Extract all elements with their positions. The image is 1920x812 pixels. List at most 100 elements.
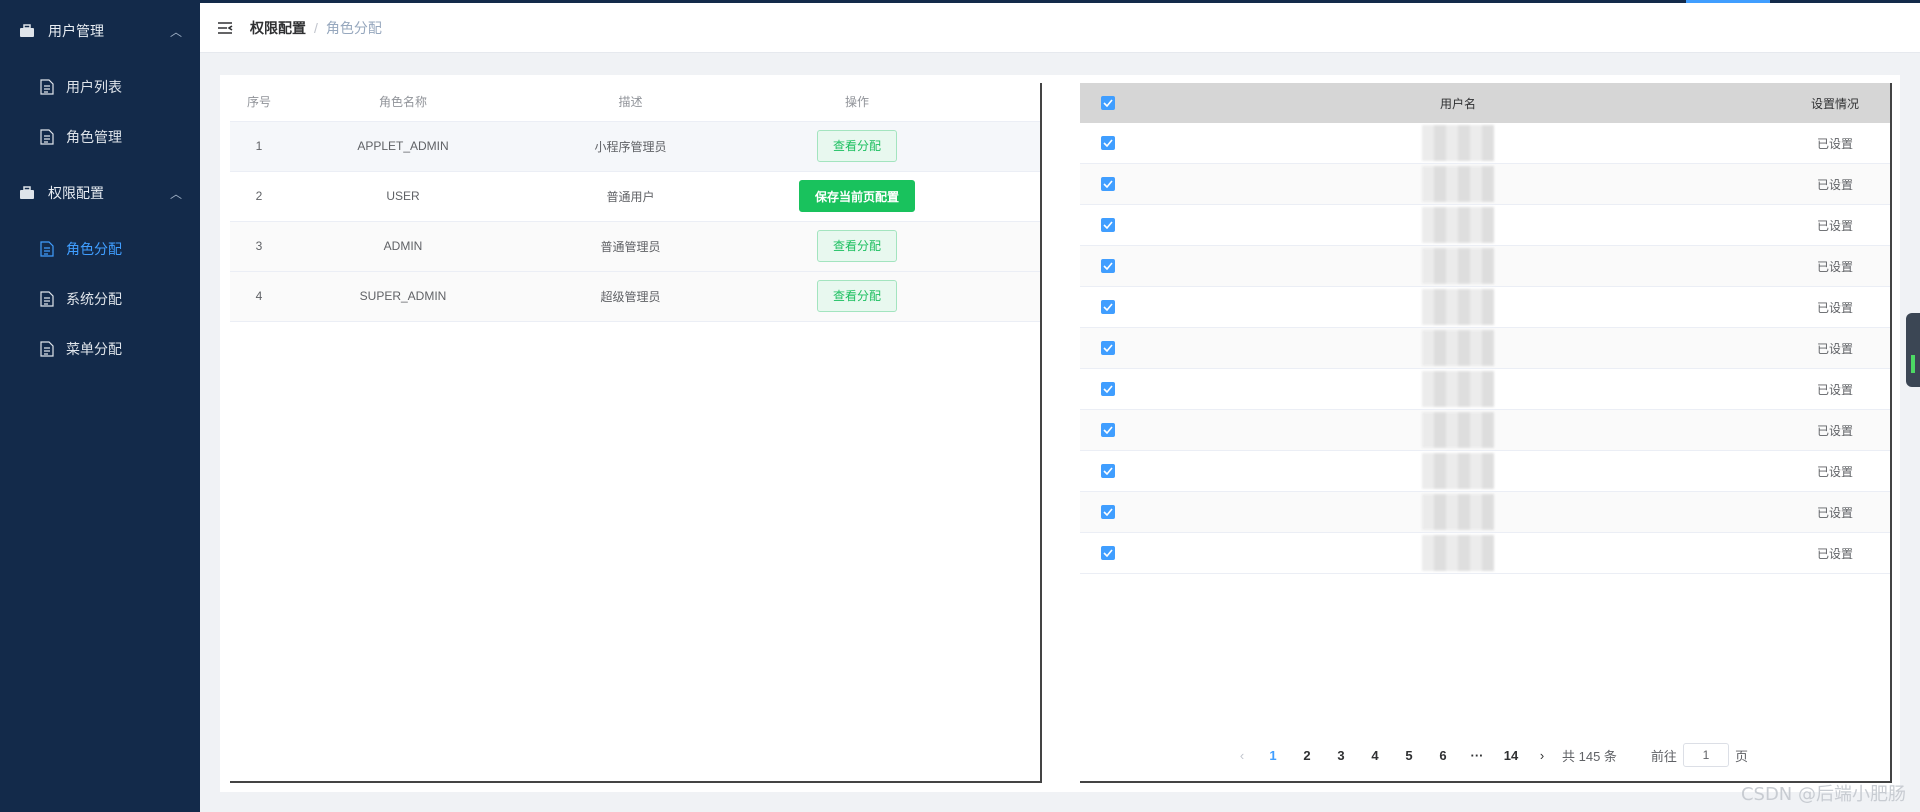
briefcase-icon	[18, 184, 36, 202]
page-number[interactable]: 14	[1496, 748, 1526, 763]
view-assignment-button[interactable]: 查看分配	[816, 280, 897, 312]
breadcrumb-item[interactable]: 权限配置	[250, 18, 306, 38]
prev-page-icon[interactable]: ‹	[1228, 748, 1256, 763]
page-jumper: 前往 页	[1651, 743, 1748, 767]
goto-prefix: 前往	[1650, 748, 1677, 764]
cell-status: 已设置	[1816, 218, 1853, 233]
table-row[interactable]: 已设置	[1080, 533, 1890, 574]
table-row[interactable]: 已设置	[1080, 410, 1890, 451]
sidebar-group-label: 用户管理	[48, 23, 104, 39]
page-number[interactable]: 3	[1326, 748, 1356, 763]
row-checkbox[interactable]	[1101, 464, 1115, 478]
cell-index: 3	[230, 221, 288, 272]
username-redacted	[1422, 207, 1494, 243]
document-icon	[38, 340, 56, 358]
column-header: 描述	[518, 83, 743, 122]
row-checkbox[interactable]	[1101, 341, 1115, 355]
page-number[interactable]: 6	[1428, 748, 1458, 763]
sidebar-item-menu-assignment[interactable]: 菜单分配	[0, 324, 200, 374]
table-header-row: 序号 角色名称 描述 操作	[230, 83, 1040, 122]
cell-description: 普通用户	[518, 171, 743, 222]
table-row[interactable]: 1 APPLET_ADMIN 小程序管理员 查看分配	[230, 121, 1040, 172]
breadcrumb-separator: /	[314, 19, 318, 36]
page-number[interactable]: 1	[1258, 748, 1288, 763]
widget-indicator	[1911, 355, 1915, 373]
cell-description: 小程序管理员	[518, 121, 743, 172]
column-header: 设置情况	[1810, 96, 1859, 111]
table-row[interactable]: 已设置	[1080, 328, 1890, 369]
cell-status: 已设置	[1816, 259, 1853, 274]
cell-action: 查看分配	[743, 121, 971, 172]
table-row[interactable]: 2 USER 普通用户 保存当前页配置	[230, 171, 1040, 222]
briefcase-icon	[18, 22, 36, 40]
cell-index: 4	[230, 271, 288, 322]
sidebar-item-system-assignment[interactable]: 系统分配	[0, 274, 200, 324]
chevron-up-icon: ︿	[169, 186, 182, 201]
row-checkbox[interactable]	[1101, 177, 1115, 191]
sidebar-item-label: 用户列表	[66, 79, 122, 95]
cell-action: 查看分配	[743, 221, 971, 272]
menu-toggle-icon[interactable]	[216, 19, 234, 37]
table-row[interactable]: 已设置	[1080, 451, 1890, 492]
table-row[interactable]: 已设置	[1080, 492, 1890, 533]
page-number[interactable]: 5	[1394, 748, 1424, 763]
cell-role-name: USER	[288, 171, 518, 222]
cell-action: 查看分配	[743, 271, 971, 322]
table-row[interactable]: 已设置	[1080, 246, 1890, 287]
username-redacted	[1422, 289, 1494, 325]
main-content: 序号 角色名称 描述 操作 1 APPLET_ADMIN 小程序管理员 查看分配…	[220, 75, 1900, 792]
side-floating-widget[interactable]	[1906, 313, 1920, 387]
page-ellipsis[interactable]: ···	[1462, 748, 1492, 763]
view-assignment-button[interactable]: 查看分配	[816, 130, 897, 162]
select-all-checkbox[interactable]	[1101, 96, 1115, 110]
cell-status: 已设置	[1816, 177, 1853, 192]
cell-index: 1	[230, 121, 288, 172]
page-number[interactable]: 4	[1360, 748, 1390, 763]
row-checkbox[interactable]	[1101, 423, 1115, 437]
goto-page-input[interactable]	[1682, 743, 1729, 767]
username-redacted	[1422, 248, 1494, 284]
row-checkbox[interactable]	[1101, 546, 1115, 560]
sidebar-group-user-management[interactable]: 用户管理 ︿	[0, 0, 200, 62]
row-checkbox[interactable]	[1101, 136, 1115, 150]
row-checkbox[interactable]	[1101, 382, 1115, 396]
sidebar-item-label: 角色分配	[66, 241, 122, 257]
table-row[interactable]: 已设置	[1080, 164, 1890, 205]
row-checkbox[interactable]	[1101, 218, 1115, 232]
page-number[interactable]: 2	[1292, 748, 1322, 763]
document-icon	[38, 240, 56, 258]
total-count: 共 145 条	[1562, 748, 1617, 764]
sidebar-item-role-assignment[interactable]: 角色分配	[0, 224, 200, 274]
cell-role-name: SUPER_ADMIN	[288, 271, 518, 322]
document-icon	[38, 78, 56, 96]
user-rows: 已设置 已设置 已设置 已设置 已设置 已设置 已设置 已设置 已设置 已设置 已设置	[1080, 123, 1890, 574]
row-checkbox[interactable]	[1101, 505, 1115, 519]
cell-role-name: ADMIN	[288, 221, 518, 272]
save-current-page-config-button[interactable]: 保存当前页配置	[798, 180, 915, 212]
row-checkbox[interactable]	[1101, 300, 1115, 314]
cell-status: 已设置	[1816, 341, 1853, 356]
chevron-up-icon: ︿	[169, 24, 182, 39]
username-redacted	[1422, 125, 1494, 161]
column-header: 角色名称	[288, 83, 518, 122]
table-row[interactable]: 3 ADMIN 普通管理员 查看分配	[230, 221, 1040, 272]
username-redacted	[1422, 535, 1494, 571]
cell-index: 2	[230, 171, 288, 222]
table-row[interactable]: 已设置	[1080, 205, 1890, 246]
view-assignment-button[interactable]: 查看分配	[816, 230, 897, 262]
table-row[interactable]: 已设置	[1080, 287, 1890, 328]
table-row[interactable]: 4 SUPER_ADMIN 超级管理员 查看分配	[230, 271, 1040, 322]
table-row[interactable]: 已设置	[1080, 369, 1890, 410]
table-row[interactable]: 已设置	[1080, 123, 1890, 164]
username-redacted	[1422, 412, 1494, 448]
sidebar-item-label: 系统分配	[66, 291, 122, 307]
row-checkbox[interactable]	[1101, 259, 1115, 273]
next-page-icon[interactable]: ›	[1528, 748, 1556, 763]
sidebar-group-permission-config[interactable]: 权限配置 ︿	[0, 162, 200, 224]
breadcrumb-item-current: 角色分配	[325, 19, 382, 36]
cell-status: 已设置	[1816, 505, 1853, 520]
sidebar-item-role-management[interactable]: 角色管理	[0, 112, 200, 162]
username-redacted	[1422, 166, 1494, 202]
cell-action: 保存当前页配置	[743, 171, 971, 222]
sidebar-item-user-list[interactable]: 用户列表	[0, 62, 200, 112]
